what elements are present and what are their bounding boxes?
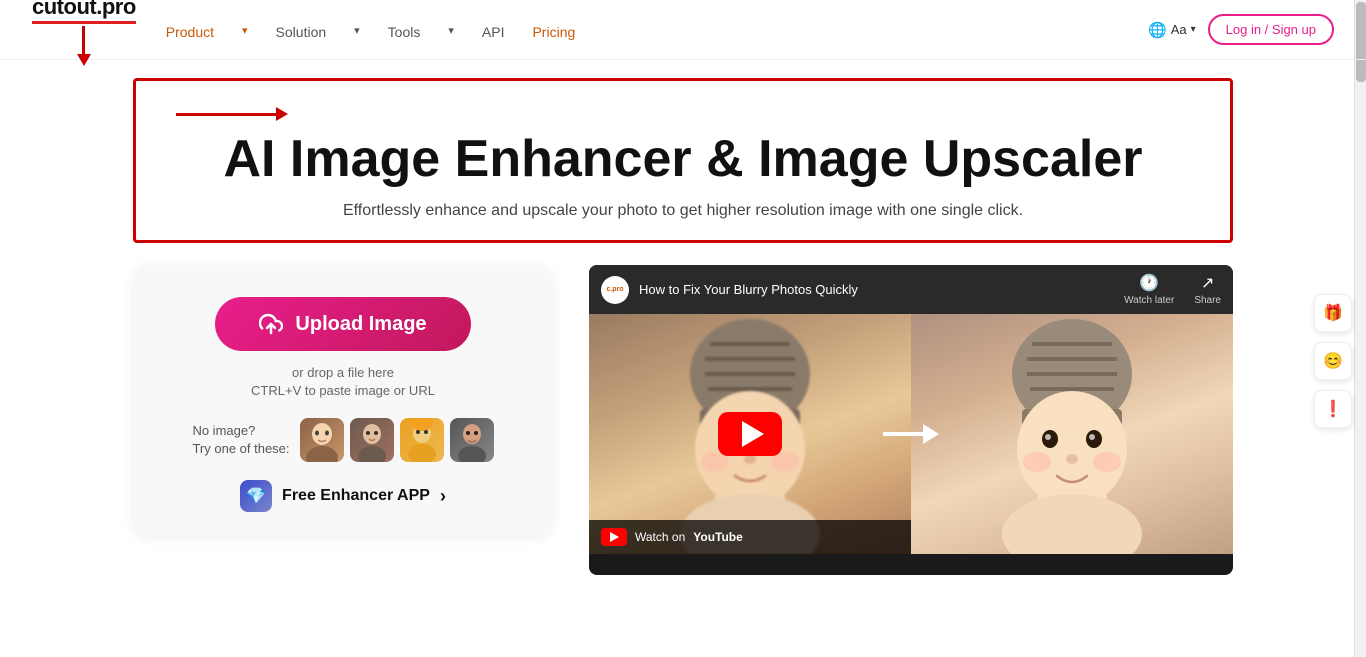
video-content: Watch on YouTube (589, 314, 1233, 554)
nav-api[interactable]: API (482, 24, 505, 40)
upload-icon (259, 312, 283, 336)
face-icon-button[interactable]: 😊 (1314, 342, 1352, 380)
nav-pricing[interactable]: Pricing (532, 24, 575, 40)
scrollbar[interactable] (1354, 0, 1366, 657)
watch-on-youtube-bar[interactable]: Watch on YouTube (589, 520, 911, 554)
alert-icon: ❗ (1323, 399, 1343, 419)
bottom-section: Upload Image or drop a file here CTRL+V … (133, 265, 1233, 575)
hero-box: AI Image Enhancer & Image Upscaler Effor… (133, 78, 1233, 243)
sample-label: No image? Try one of these: (192, 422, 289, 458)
translate-icon: 🌐 (1148, 21, 1167, 39)
video-center-arrow (883, 424, 939, 444)
sample-image-3[interactable] (400, 418, 444, 462)
right-sidebar: 🎁 😊 ❗ (1314, 294, 1352, 428)
sample-image-4[interactable] (450, 418, 494, 462)
free-app-label: Free Enhancer APP (282, 487, 430, 505)
youtube-play-button[interactable] (718, 412, 782, 456)
upload-image-button[interactable]: Upload Image (215, 297, 470, 351)
video-panel: c.pro How to Fix Your Blurry Photos Quic… (589, 265, 1233, 575)
paste-text: CTRL+V to paste image or URL (251, 383, 435, 398)
youtube-icon-bar (601, 528, 627, 546)
channel-logo: c.pro (601, 276, 629, 304)
video-title: How to Fix Your Blurry Photos Quickly (639, 282, 1114, 297)
drop-text: or drop a file here (292, 365, 394, 380)
try-one-text: Try one of these: (192, 440, 289, 458)
hero-annotation-arrow (176, 107, 1190, 121)
sample-images-row: No image? Try one of these: (192, 418, 493, 462)
sample-image-2[interactable] (350, 418, 394, 462)
watch-on-text: Watch on (635, 530, 685, 544)
logo-container: cutout.pro (32, 0, 136, 66)
free-app-row[interactable]: 💎 Free Enhancer APP › (240, 480, 446, 512)
watch-later-label: Watch later (1124, 295, 1174, 306)
logo-annotation-arrow (32, 26, 136, 66)
share-icon: ↗ (1201, 273, 1214, 293)
alert-icon-button[interactable]: ❗ (1314, 390, 1352, 428)
video-right-half (911, 314, 1233, 554)
gift-icon: 🎁 (1323, 303, 1343, 323)
nav-right: 🌐 Aa ▾ Log in / Sign up (1148, 14, 1334, 45)
youtube-logo-bar (601, 528, 627, 546)
lang-label: Aa (1171, 22, 1187, 37)
video-header: c.pro How to Fix Your Blurry Photos Quic… (589, 265, 1233, 314)
no-image-text: No image? (192, 422, 289, 440)
free-app-icon: 💎 (240, 480, 272, 512)
sample-image-1[interactable] (300, 418, 344, 462)
play-triangle-icon (742, 421, 764, 447)
language-switcher[interactable]: 🌐 Aa ▾ (1148, 21, 1196, 39)
chevron-down-icon: ▾ (1191, 24, 1196, 35)
share-label: Share (1194, 295, 1221, 306)
nav-tools[interactable]: Tools (388, 24, 421, 40)
upload-button-label: Upload Image (295, 313, 426, 336)
watch-later-action[interactable]: 🕐 Watch later (1124, 273, 1174, 306)
nav-product[interactable]: Product (166, 24, 214, 40)
hero-subtitle: Effortlessly enhance and upscale your ph… (176, 202, 1190, 220)
navigation: cutout.pro Product▾ Solution▾ Tools▾ API… (0, 0, 1366, 60)
sample-images (300, 418, 494, 462)
logo-underline (32, 21, 136, 24)
upload-card: Upload Image or drop a file here CTRL+V … (133, 265, 553, 536)
share-action[interactable]: ↗ Share (1194, 273, 1221, 306)
main-content: AI Image Enhancer & Image Upscaler Effor… (0, 60, 1366, 575)
face-icon: 😊 (1323, 351, 1343, 371)
free-app-chevron: › (440, 486, 446, 507)
watch-later-icon: 🕐 (1139, 273, 1159, 293)
hero-title: AI Image Enhancer & Image Upscaler (176, 131, 1190, 188)
youtube-text: YouTube (693, 530, 743, 544)
login-signup-button[interactable]: Log in / Sign up (1208, 14, 1334, 45)
nav-links: Product▾ Solution▾ Tools▾ API Pricing (166, 20, 1148, 40)
logo[interactable]: cutout.pro (32, 0, 136, 20)
nav-solution[interactable]: Solution (276, 24, 327, 40)
gift-icon-button[interactable]: 🎁 (1314, 294, 1352, 332)
